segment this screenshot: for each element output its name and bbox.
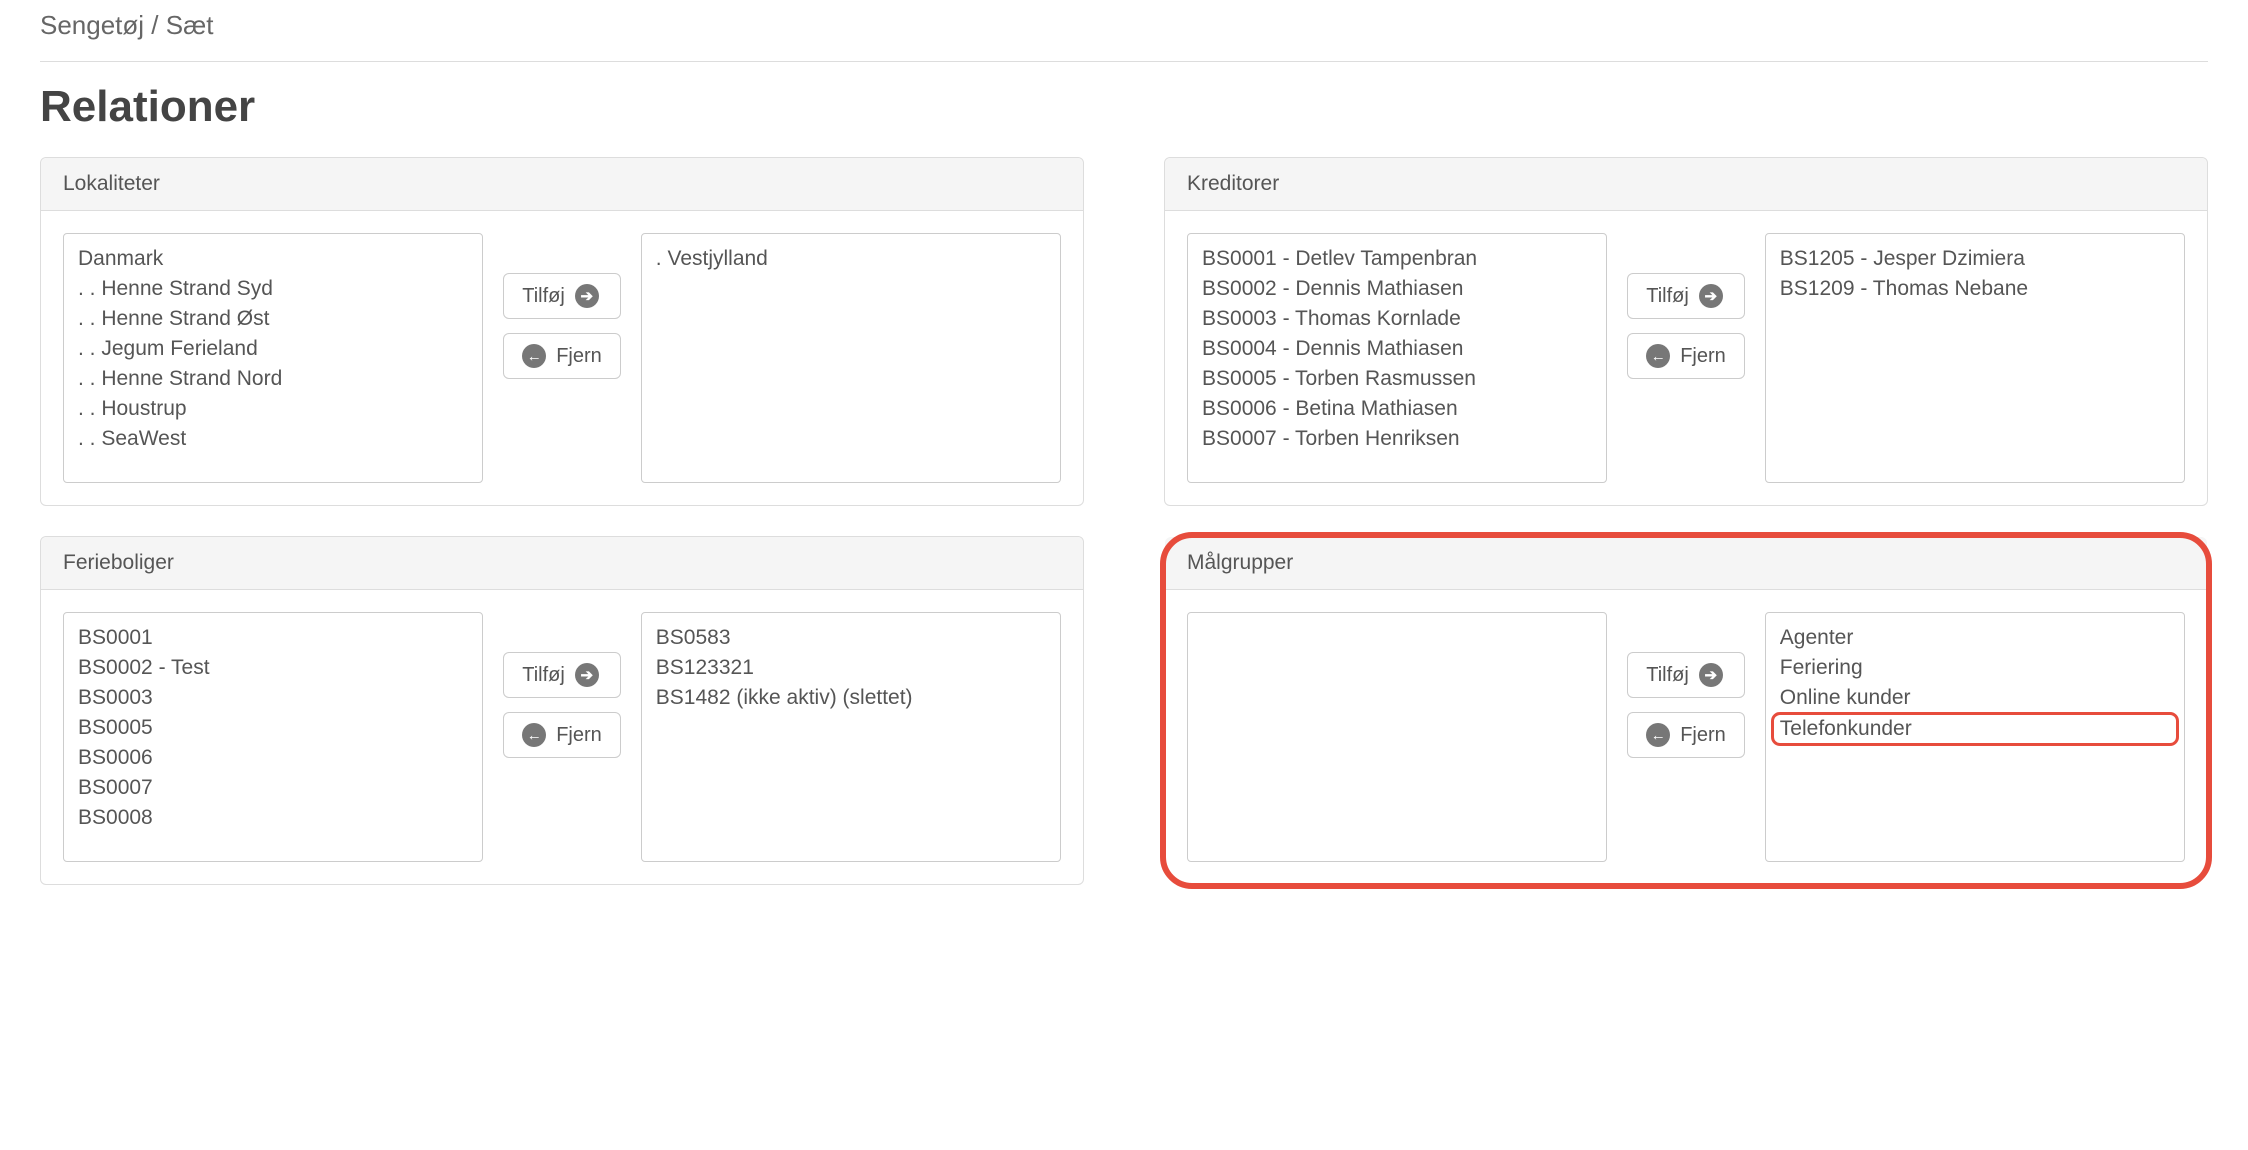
panel-title-ferieboliger: Ferieboliger	[41, 537, 1083, 590]
lokaliteter-available-list[interactable]: Danmark. . Henne Strand Syd. . Henne Str…	[63, 233, 483, 483]
remove-label: Fjern	[556, 345, 602, 368]
arrow-right-icon: ➔	[1699, 284, 1723, 308]
list-item[interactable]: BS0001 - Detlev Tampenbran	[1202, 244, 1592, 274]
arrow-left-icon: ←	[522, 344, 546, 368]
panel-kreditorer: Kreditorer BS0001 - Detlev TampenbranBS0…	[1164, 157, 2208, 506]
add-label: Tilføj	[1646, 285, 1689, 308]
add-label: Tilføj	[1646, 664, 1689, 687]
malgrupper-selected-list[interactable]: AgenterFerieringOnline kunderTelefonkund…	[1765, 612, 2185, 862]
list-item[interactable]: Feriering	[1780, 653, 2170, 683]
list-item[interactable]: BS0006 - Betina Mathiasen	[1202, 394, 1592, 424]
list-item[interactable]: BS0006	[78, 743, 468, 773]
lokaliteter-selected-list[interactable]: . Vestjylland	[641, 233, 1061, 483]
add-label: Tilføj	[522, 285, 565, 308]
arrow-right-icon: ➔	[575, 284, 599, 308]
list-item[interactable]: Telefonkunder	[1774, 715, 2176, 743]
remove-label: Fjern	[556, 724, 602, 747]
add-label: Tilføj	[522, 664, 565, 687]
list-item[interactable]: BS1209 - Thomas Nebane	[1780, 274, 2170, 304]
malgrupper-remove-button[interactable]: ← Fjern	[1627, 712, 1745, 758]
remove-label: Fjern	[1680, 345, 1726, 368]
breadcrumb: Sengetøj / Sæt	[40, 0, 2208, 62]
panel-malgrupper: Målgrupper Tilføj ➔ ← Fjern AgenterFerie…	[1164, 536, 2208, 885]
panel-title-malgrupper: Målgrupper	[1165, 537, 2207, 590]
ferieboliger-remove-button[interactable]: ← Fjern	[503, 712, 621, 758]
list-item[interactable]: BS0002 - Dennis Mathiasen	[1202, 274, 1592, 304]
list-item[interactable]: BS1482 (ikke aktiv) (slettet)	[656, 683, 1046, 713]
list-item[interactable]: BS123321	[656, 653, 1046, 683]
ferieboliger-available-list[interactable]: BS0001BS0002 - TestBS0003BS0005BS0006BS0…	[63, 612, 483, 862]
list-item[interactable]: Danmark	[78, 244, 468, 274]
panel-lokaliteter: Lokaliteter Danmark. . Henne Strand Syd.…	[40, 157, 1084, 506]
list-item[interactable]: BS0008	[78, 803, 468, 833]
list-item[interactable]: BS1205 - Jesper Dzimiera	[1780, 244, 2170, 274]
list-item[interactable]: BS0007 - Torben Henriksen	[1202, 424, 1592, 454]
list-item[interactable]: . . Jegum Ferieland	[78, 334, 468, 364]
remove-label: Fjern	[1680, 724, 1726, 747]
list-item[interactable]: BS0007	[78, 773, 468, 803]
list-item[interactable]: . . SeaWest	[78, 424, 468, 454]
arrow-left-icon: ←	[522, 723, 546, 747]
list-item[interactable]: . . Houstrup	[78, 394, 468, 424]
arrow-left-icon: ←	[1646, 723, 1670, 747]
list-item[interactable]: . . Henne Strand Øst	[78, 304, 468, 334]
malgrupper-add-button[interactable]: Tilføj ➔	[1627, 652, 1745, 698]
list-item[interactable]: BS0005 - Torben Rasmussen	[1202, 364, 1592, 394]
list-item[interactable]: Agenter	[1780, 623, 2170, 653]
list-item[interactable]: BS0002 - Test	[78, 653, 468, 683]
arrow-left-icon: ←	[1646, 344, 1670, 368]
page-title: Relationer	[40, 82, 2208, 132]
malgrupper-available-list[interactable]	[1187, 612, 1607, 862]
list-item[interactable]: BS0005	[78, 713, 468, 743]
arrow-right-icon: ➔	[575, 663, 599, 687]
list-item[interactable]: BS0583	[656, 623, 1046, 653]
kreditorer-available-list[interactable]: BS0001 - Detlev TampenbranBS0002 - Denni…	[1187, 233, 1607, 483]
list-item[interactable]: . . Henne Strand Syd	[78, 274, 468, 304]
list-item[interactable]: BS0004 - Dennis Mathiasen	[1202, 334, 1592, 364]
list-item[interactable]: . Vestjylland	[656, 244, 1046, 274]
list-item[interactable]: . . Henne Strand Nord	[78, 364, 468, 394]
panel-ferieboliger: Ferieboliger BS0001BS0002 - TestBS0003BS…	[40, 536, 1084, 885]
panel-title-kreditorer: Kreditorer	[1165, 158, 2207, 211]
arrow-right-icon: ➔	[1699, 663, 1723, 687]
lokaliteter-add-button[interactable]: Tilføj ➔	[503, 273, 621, 319]
list-item[interactable]: BS0003	[78, 683, 468, 713]
list-item[interactable]: Online kunder	[1780, 683, 2170, 713]
list-item[interactable]: BS0001	[78, 623, 468, 653]
panel-title-lokaliteter: Lokaliteter	[41, 158, 1083, 211]
list-item[interactable]: BS0003 - Thomas Kornlade	[1202, 304, 1592, 334]
ferieboliger-add-button[interactable]: Tilføj ➔	[503, 652, 621, 698]
lokaliteter-remove-button[interactable]: ← Fjern	[503, 333, 621, 379]
kreditorer-selected-list[interactable]: BS1205 - Jesper DzimieraBS1209 - Thomas …	[1765, 233, 2185, 483]
kreditorer-add-button[interactable]: Tilføj ➔	[1627, 273, 1745, 319]
kreditorer-remove-button[interactable]: ← Fjern	[1627, 333, 1745, 379]
ferieboliger-selected-list[interactable]: BS0583BS123321BS1482 (ikke aktiv) (slett…	[641, 612, 1061, 862]
